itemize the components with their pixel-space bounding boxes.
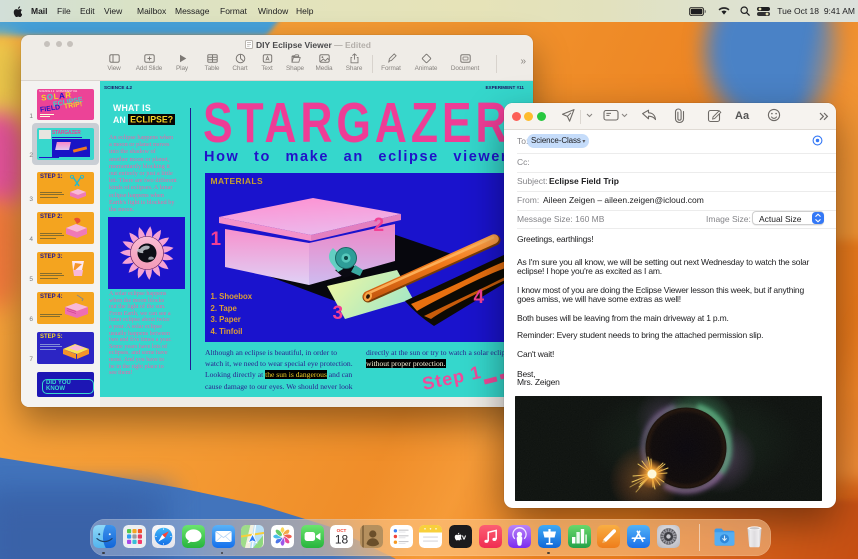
svg-text:18: 18 <box>335 533 349 547</box>
svg-text:tv: tv <box>459 533 467 542</box>
